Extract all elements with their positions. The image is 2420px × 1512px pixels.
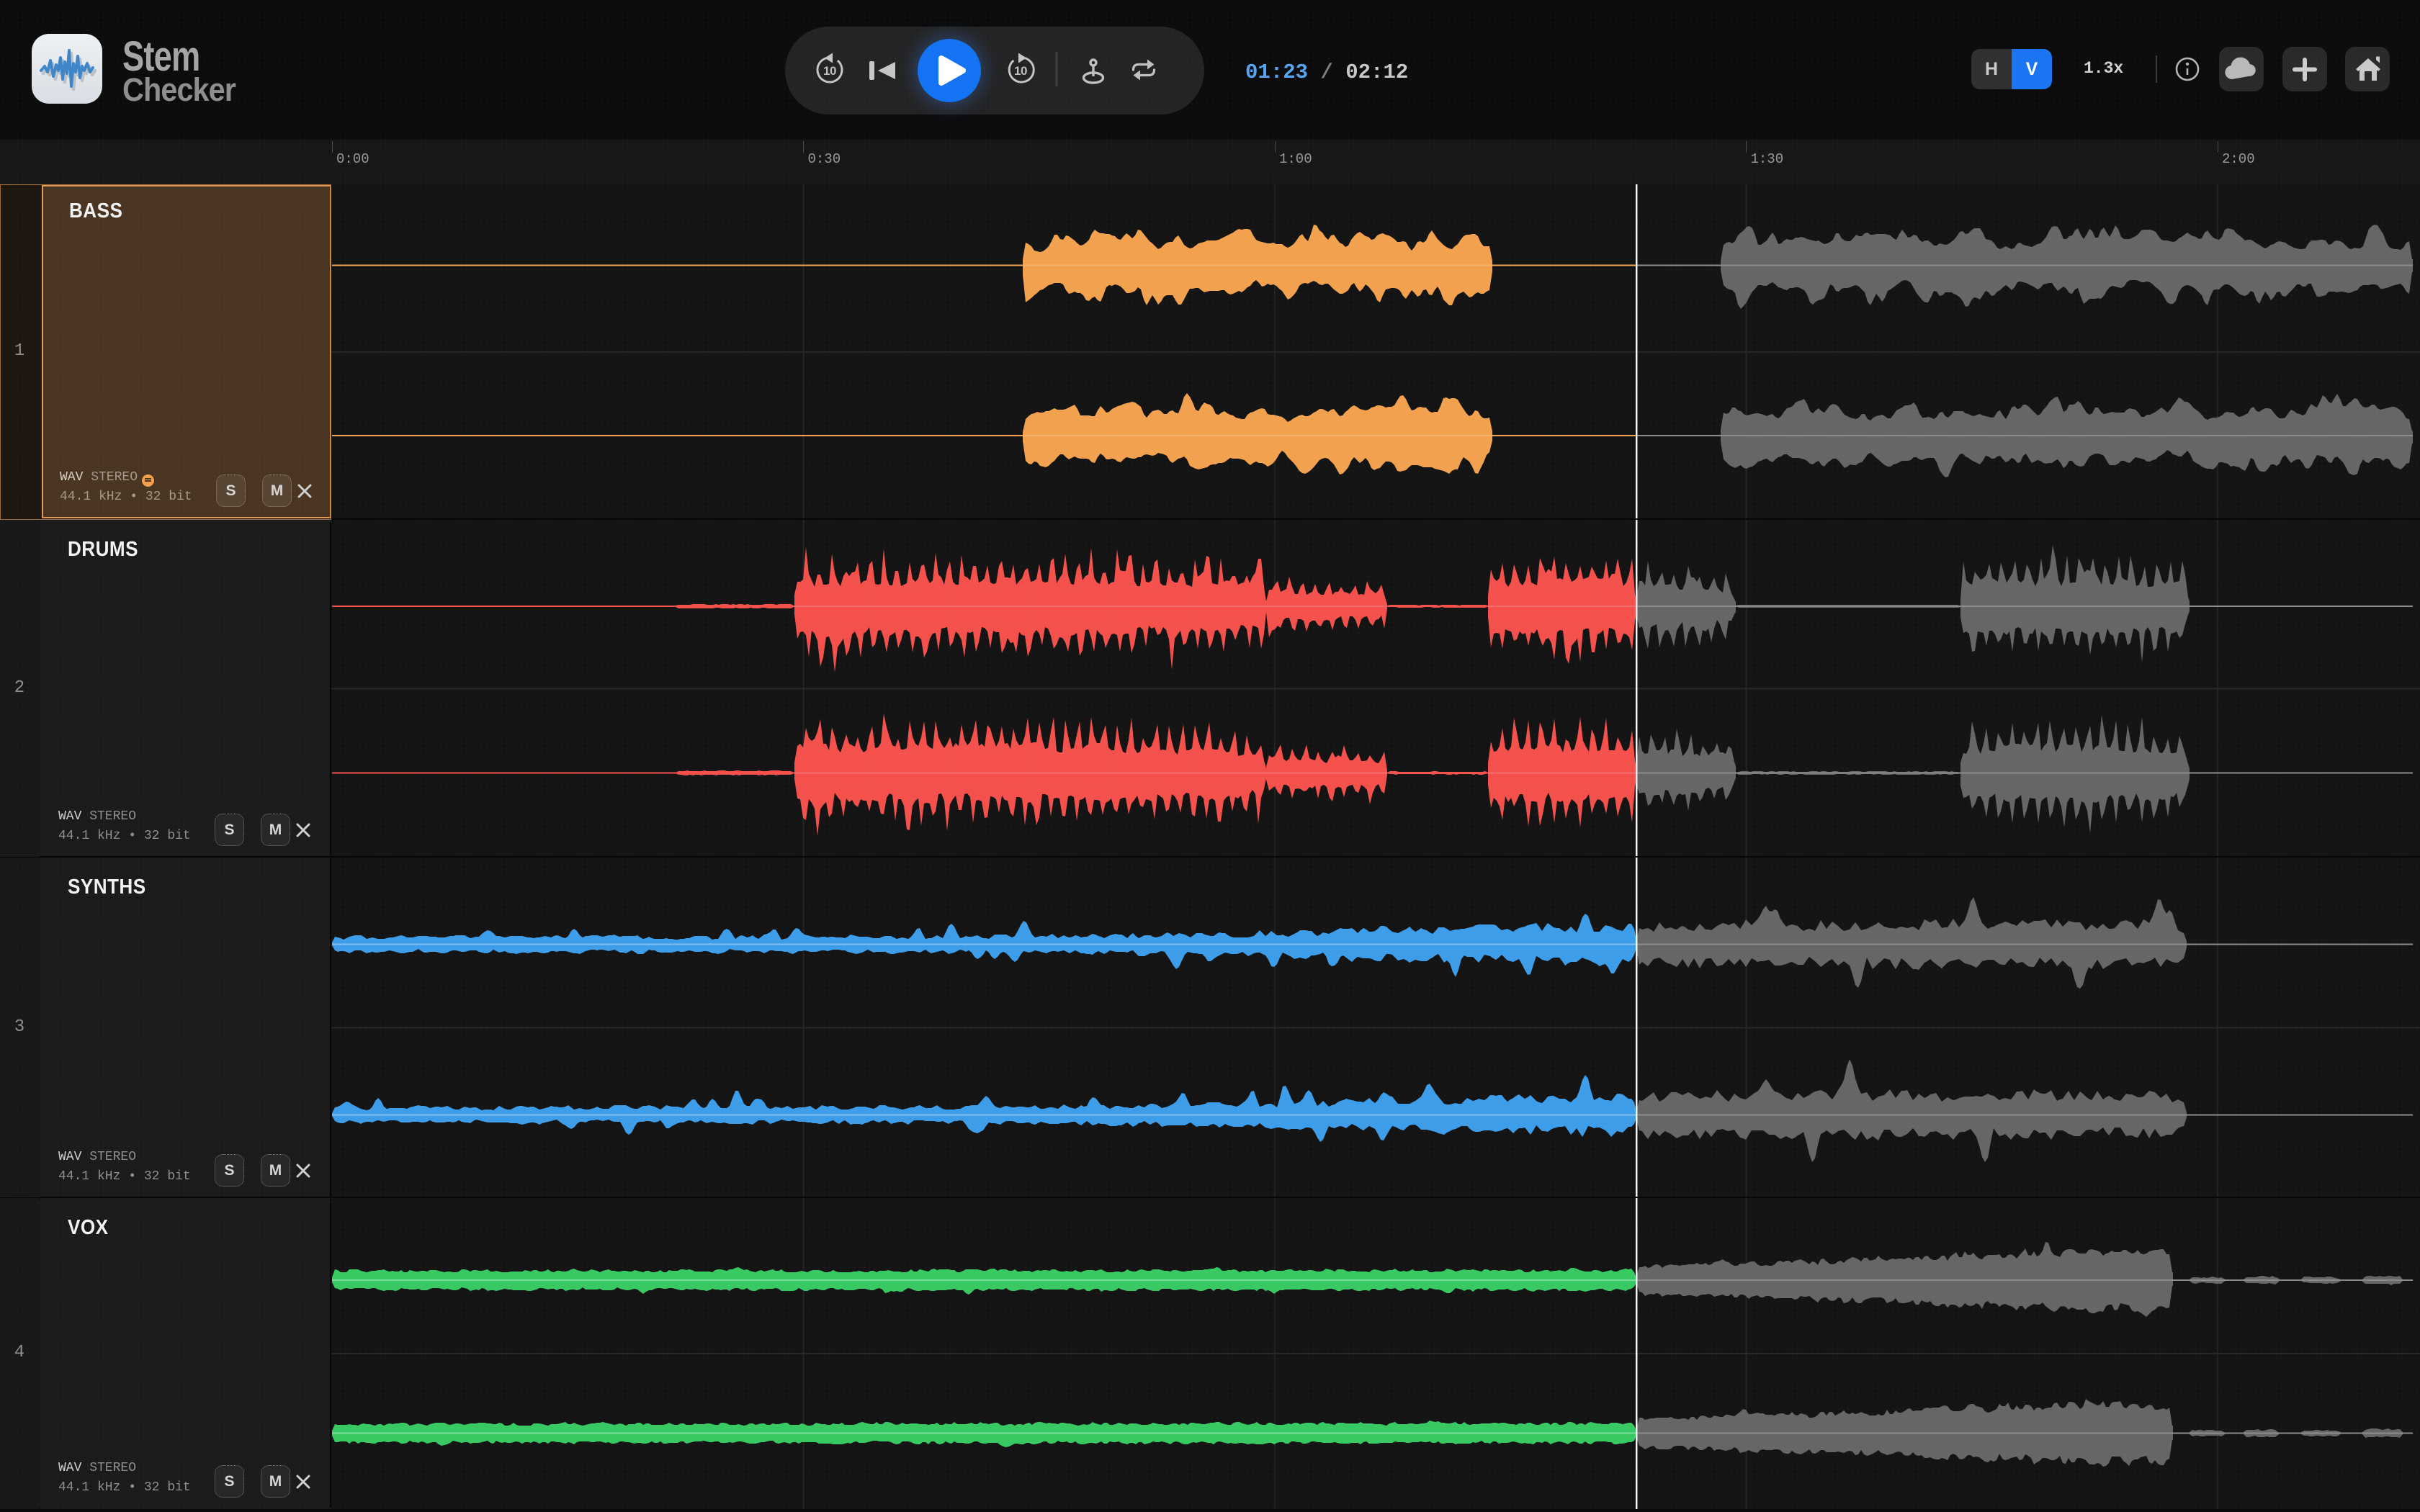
svg-text:10: 10 <box>1014 64 1027 78</box>
svg-text:10: 10 <box>823 64 836 78</box>
